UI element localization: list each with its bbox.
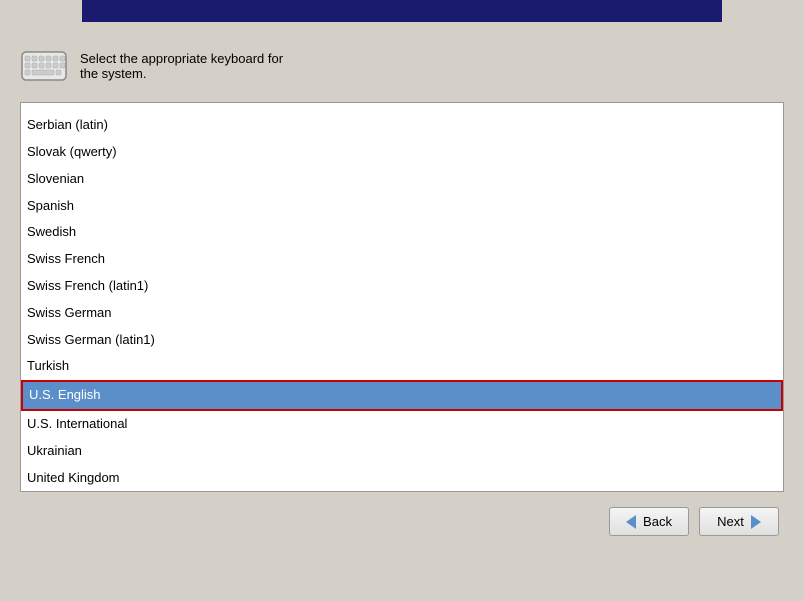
footer-section: Back Next — [15, 492, 789, 541]
list-item[interactable]: Swiss German — [21, 300, 783, 327]
list-item[interactable]: Swiss French (latin1) — [21, 273, 783, 300]
list-item[interactable]: Swiss French — [21, 246, 783, 273]
description-text: Select the appropriate keyboard for the … — [80, 51, 283, 81]
header-section: Select the appropriate keyboard for the … — [15, 32, 789, 102]
list-item[interactable]: Ukrainian — [21, 438, 783, 465]
next-button[interactable]: Next — [699, 507, 779, 536]
next-arrow-icon — [751, 515, 761, 529]
list-item[interactable]: Slovak (qwerty) — [21, 139, 783, 166]
list-item[interactable]: United Kingdom — [21, 465, 783, 491]
next-button-label: Next — [717, 514, 744, 529]
back-button[interactable]: Back — [609, 507, 689, 536]
list-item[interactable]: U.S. International — [21, 411, 783, 438]
list-item[interactable]: Serbian (latin) — [21, 112, 783, 139]
list-item[interactable]: Spanish — [21, 193, 783, 220]
top-bar — [82, 0, 722, 22]
keyboard-icon — [20, 42, 68, 90]
list-item[interactable]: U.S. English — [21, 380, 783, 411]
keyboard-list-scroll[interactable]: PortugueseRomanianRussianSerbianSerbian … — [21, 103, 783, 491]
list-item[interactable]: Turkish — [21, 353, 783, 380]
back-arrow-icon — [626, 515, 636, 529]
back-button-label: Back — [643, 514, 672, 529]
header-description: Select the appropriate keyboard for the … — [80, 51, 283, 81]
list-item[interactable]: Serbian — [21, 103, 783, 112]
list-item[interactable]: Slovenian — [21, 166, 783, 193]
keyboard-list-container: PortugueseRomanianRussianSerbianSerbian … — [20, 102, 784, 492]
list-item[interactable]: Swiss German (latin1) — [21, 327, 783, 354]
main-container: Select the appropriate keyboard for the … — [0, 22, 804, 556]
list-item[interactable]: Swedish — [21, 219, 783, 246]
